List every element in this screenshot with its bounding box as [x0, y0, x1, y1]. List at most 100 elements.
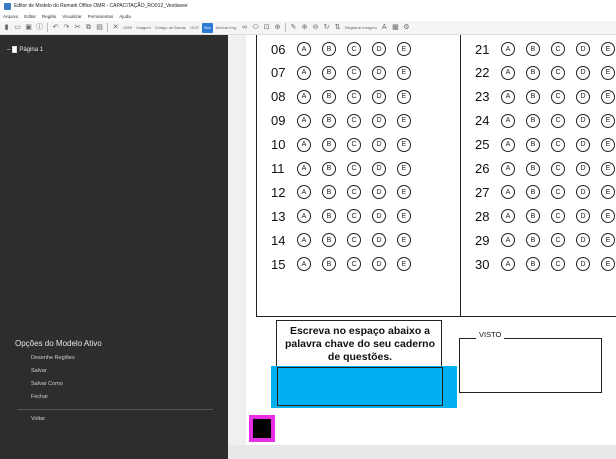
- answer-bubble[interactable]: A: [501, 42, 515, 56]
- answer-bubble[interactable]: D: [576, 89, 590, 104]
- zoom-out-icon[interactable]: ⊖: [311, 23, 320, 33]
- answer-bubble[interactable]: E: [397, 113, 411, 128]
- menu-editar[interactable]: Editar: [24, 14, 36, 19]
- answer-bubble[interactable]: E: [397, 209, 411, 224]
- menu-ferramentas[interactable]: Ferramentas: [88, 14, 114, 19]
- answer-bubble[interactable]: A: [297, 42, 311, 56]
- barcode-region-button[interactable]: Código de Barras: [154, 23, 187, 33]
- answer-bubble[interactable]: B: [322, 209, 336, 224]
- menu-regiao[interactable]: Região: [42, 14, 56, 19]
- answer-bubble[interactable]: A: [501, 137, 515, 152]
- active-tool-button[interactable]: Sxs: [201, 22, 213, 33]
- answer-bubble[interactable]: D: [372, 233, 386, 248]
- answer-bubble[interactable]: D: [372, 185, 386, 200]
- font-icon[interactable]: A: [380, 23, 389, 33]
- answer-bubble[interactable]: C: [551, 209, 565, 224]
- answer-bubble[interactable]: D: [372, 42, 386, 56]
- answer-bubble[interactable]: D: [576, 257, 590, 272]
- undo-icon[interactable]: ↶: [51, 23, 60, 33]
- new-file-icon[interactable]: ▮: [2, 23, 11, 33]
- anchor-icon[interactable]: ⊡: [262, 23, 271, 33]
- answer-bubble[interactable]: A: [297, 185, 311, 200]
- answer-bubble[interactable]: C: [347, 185, 361, 200]
- answer-bubble[interactable]: C: [347, 89, 361, 104]
- answer-bubble[interactable]: B: [526, 209, 540, 224]
- option-save-as[interactable]: Salvar Como: [31, 381, 63, 387]
- answer-bubble[interactable]: A: [501, 209, 515, 224]
- answer-bubble[interactable]: D: [372, 65, 386, 80]
- answer-bubble[interactable]: A: [501, 161, 515, 176]
- menu-ajuda[interactable]: Ajuda: [119, 14, 131, 19]
- answer-bubble[interactable]: A: [297, 65, 311, 80]
- answer-bubble[interactable]: B: [322, 185, 336, 200]
- answer-bubble[interactable]: E: [397, 185, 411, 200]
- answer-bubble[interactable]: D: [372, 137, 386, 152]
- answer-bubble[interactable]: C: [347, 209, 361, 224]
- rotate-icon[interactable]: ↻: [322, 23, 331, 33]
- answer-bubble[interactable]: B: [322, 257, 336, 272]
- answer-bubble[interactable]: D: [576, 233, 590, 248]
- tree-item-page-1[interactable]: – Página 1: [7, 46, 43, 53]
- registration-anchor[interactable]: [253, 419, 271, 438]
- answer-bubble[interactable]: D: [576, 113, 590, 128]
- answer-bubble[interactable]: C: [551, 233, 565, 248]
- option-save[interactable]: Salvar: [31, 368, 47, 374]
- answer-bubble[interactable]: E: [601, 89, 615, 104]
- answer-bubble[interactable]: B: [322, 89, 336, 104]
- answer-bubble[interactable]: C: [551, 185, 565, 200]
- link-icon[interactable]: ∞: [240, 23, 249, 33]
- keyword-answer-region[interactable]: [271, 366, 457, 408]
- pencil-icon[interactable]: ✎: [289, 23, 298, 33]
- answer-bubble[interactable]: A: [297, 137, 311, 152]
- save-icon[interactable]: ▣: [24, 23, 33, 33]
- answer-bubble[interactable]: A: [501, 65, 515, 80]
- answer-bubble[interactable]: B: [322, 42, 336, 56]
- answer-bubble[interactable]: A: [297, 233, 311, 248]
- collapse-icon[interactable]: –: [7, 47, 10, 53]
- option-close[interactable]: Fechar: [31, 394, 48, 400]
- answer-bubble[interactable]: D: [576, 209, 590, 224]
- answer-bubble[interactable]: B: [526, 65, 540, 80]
- zoom-in-icon[interactable]: ⊕: [300, 23, 309, 33]
- omr-region-button[interactable]: OMR: [122, 23, 133, 33]
- answer-bubble[interactable]: D: [576, 161, 590, 176]
- answer-bubble[interactable]: B: [526, 233, 540, 248]
- answer-bubble[interactable]: B: [526, 257, 540, 272]
- answer-bubble[interactable]: A: [297, 113, 311, 128]
- answer-bubble[interactable]: B: [526, 185, 540, 200]
- answer-bubble[interactable]: C: [347, 257, 361, 272]
- answer-bubble[interactable]: A: [297, 161, 311, 176]
- answer-bubble[interactable]: E: [601, 65, 615, 80]
- answer-bubble[interactable]: D: [372, 89, 386, 104]
- answer-bubble[interactable]: C: [347, 42, 361, 56]
- paste-icon[interactable]: ▤: [95, 23, 104, 33]
- answer-bubble[interactable]: C: [347, 161, 361, 176]
- answer-bubble[interactable]: A: [297, 89, 311, 104]
- target-icon[interactable]: ⊕: [273, 23, 282, 33]
- answer-bubble[interactable]: D: [576, 42, 590, 56]
- sort-icon[interactable]: ⇅: [333, 23, 342, 33]
- answer-bubble[interactable]: C: [551, 89, 565, 104]
- answer-bubble[interactable]: E: [397, 257, 411, 272]
- answer-bubble[interactable]: E: [397, 233, 411, 248]
- option-draw-regions[interactable]: Desenhe Regiões: [31, 355, 75, 361]
- answer-bubble[interactable]: C: [551, 137, 565, 152]
- back-button[interactable]: Voltar: [31, 416, 45, 422]
- image-region-button[interactable]: Imagem: [135, 23, 151, 33]
- answer-bubble[interactable]: B: [526, 161, 540, 176]
- answer-bubble[interactable]: A: [501, 89, 515, 104]
- redo-icon[interactable]: ↷: [62, 23, 71, 33]
- answer-bubble[interactable]: C: [551, 257, 565, 272]
- answer-bubble[interactable]: B: [526, 42, 540, 56]
- answer-bubble[interactable]: E: [601, 42, 615, 56]
- answer-bubble[interactable]: A: [501, 185, 515, 200]
- open-folder-icon[interactable]: ▭: [13, 23, 22, 33]
- answer-bubble[interactable]: C: [551, 65, 565, 80]
- grid-icon[interactable]: ▦: [391, 23, 400, 33]
- answer-bubble[interactable]: B: [526, 137, 540, 152]
- answer-bubble[interactable]: B: [526, 113, 540, 128]
- answer-bubble[interactable]: A: [501, 233, 515, 248]
- answer-bubble[interactable]: C: [551, 42, 565, 56]
- gear-icon[interactable]: ⚙: [402, 23, 411, 33]
- menu-visualizar[interactable]: Visualizar: [62, 14, 81, 19]
